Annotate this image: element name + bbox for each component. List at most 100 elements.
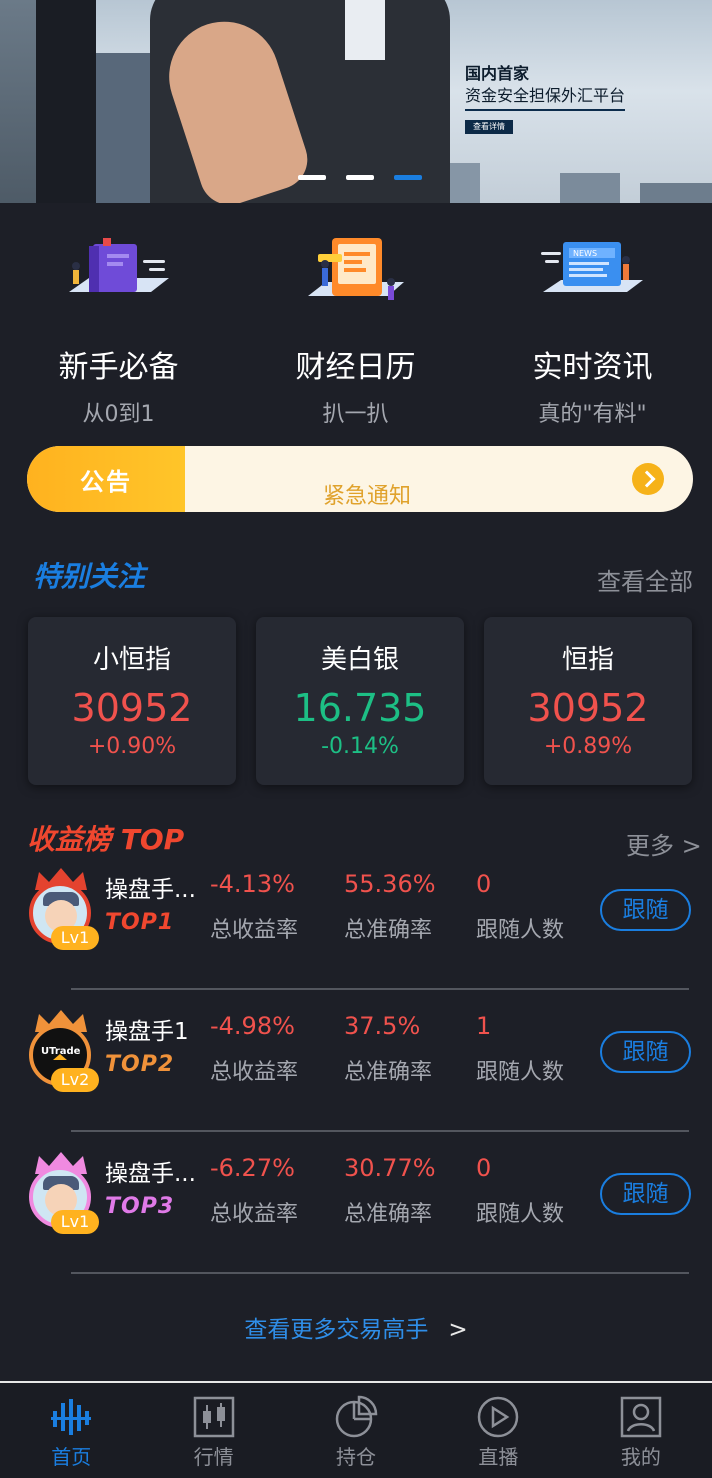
quick-entry-beginner[interactable]: 新手必备 从0到1 bbox=[0, 230, 237, 430]
focus-section-title: 特别关注 bbox=[33, 560, 146, 593]
building-image bbox=[96, 53, 156, 203]
rank-row[interactable]: Lv1 操盘手... TOP3 -6.27% 总收益率 30.77% 总准确率 … bbox=[0, 1132, 712, 1274]
level-badge: Lv1 bbox=[51, 926, 99, 950]
quote-change: +0.89% bbox=[543, 734, 633, 759]
notice-message[interactable]: 紧急通知 bbox=[185, 448, 632, 510]
quick-entry-title: 实时资讯 bbox=[532, 350, 653, 385]
avatar: Lv1 bbox=[27, 1152, 99, 1236]
rank-row[interactable]: UTrade Lv2 操盘手1 TOP2 -4.98% 总收益率 37.5% 总… bbox=[0, 990, 712, 1132]
carousel-dot-active[interactable] bbox=[394, 175, 422, 180]
candlestick-icon bbox=[192, 1395, 236, 1439]
accuracy-label: 总准确率 bbox=[344, 1060, 433, 1085]
quote-price: 16.735 bbox=[293, 686, 427, 730]
quote-name: 恒指 bbox=[561, 645, 614, 675]
banner-subtitle: 资金安全担保外汇平台 bbox=[465, 82, 626, 111]
quick-entry-news[interactable]: NEWS 实时资讯 真的"有料" bbox=[474, 230, 711, 430]
carousel-dot[interactable] bbox=[298, 175, 326, 180]
play-icon bbox=[476, 1395, 520, 1439]
avatar: UTrade Lv2 bbox=[27, 1010, 99, 1094]
tab-positions[interactable]: 持仓 bbox=[285, 1383, 427, 1478]
return-label: 总收益率 bbox=[210, 1202, 299, 1227]
quote-price: 30952 bbox=[527, 686, 649, 730]
pie-chart-icon bbox=[334, 1395, 378, 1439]
follow-button[interactable]: 跟随 bbox=[600, 1031, 691, 1073]
followers-value: 0 bbox=[476, 1154, 492, 1182]
banner-strip bbox=[36, 0, 96, 203]
banner-title: 国内首家 bbox=[465, 64, 530, 83]
quote-change: -0.14% bbox=[321, 734, 399, 759]
followers-label: 跟随人数 bbox=[476, 1202, 565, 1227]
more-traders-label: 查看更多交易高手 bbox=[244, 1317, 429, 1343]
return-value: -4.98% bbox=[210, 1012, 295, 1040]
profile-icon bbox=[619, 1395, 663, 1439]
quote-name: 小恒指 bbox=[92, 645, 171, 675]
bottom-tab-bar: 首页 行情 持仓 直播 我的 bbox=[0, 1381, 712, 1478]
rank-row[interactable]: Lv1 操盘手... TOP1 -4.13% 总收益率 55.36% 总准确率 … bbox=[0, 848, 712, 990]
followers-label: 跟随人数 bbox=[476, 918, 565, 943]
quick-entry-subtitle: 扒一扒 bbox=[322, 402, 389, 427]
quick-entry-title: 新手必备 bbox=[58, 350, 179, 385]
news-icon: NEWS bbox=[533, 230, 653, 320]
banner-edge bbox=[0, 0, 36, 203]
calendar-icon bbox=[296, 230, 416, 320]
top-rank-label: TOP3 bbox=[105, 1194, 175, 1219]
quote-card[interactable]: 小恒指 30952 +0.90% bbox=[28, 617, 236, 785]
top-rank-label: TOP1 bbox=[105, 910, 175, 935]
quote-price: 30952 bbox=[71, 686, 193, 730]
quick-entry-subtitle: 从0到1 bbox=[82, 402, 155, 427]
carousel-dot[interactable] bbox=[346, 175, 374, 180]
banner-detail-button[interactable]: 查看详情 bbox=[465, 120, 513, 134]
quote-card[interactable]: 美白银 16.735 -0.14% bbox=[256, 617, 464, 785]
follow-button[interactable]: 跟随 bbox=[600, 889, 691, 931]
tab-label: 直播 bbox=[478, 1445, 519, 1469]
more-traders-link[interactable]: 查看更多交易高手 > bbox=[0, 1310, 712, 1344]
return-label: 总收益率 bbox=[210, 1060, 299, 1085]
quick-entry-title: 财经日历 bbox=[295, 350, 416, 385]
tab-label: 持仓 bbox=[336, 1445, 377, 1469]
followers-label: 跟随人数 bbox=[476, 1060, 565, 1085]
tab-label: 首页 bbox=[51, 1445, 92, 1469]
building-image bbox=[640, 183, 712, 203]
tab-profile[interactable]: 我的 bbox=[570, 1383, 712, 1478]
svg-text:NEWS: NEWS bbox=[573, 249, 597, 258]
avatar: Lv1 bbox=[27, 868, 99, 952]
tab-market[interactable]: 行情 bbox=[142, 1383, 284, 1478]
return-value: -6.27% bbox=[210, 1154, 295, 1182]
trader-name: 操盘手1 bbox=[105, 1019, 189, 1045]
quick-entries: 新手必备 从0到1 财经日历 扒一扒 NEWS 实时资讯 真的"有料" bbox=[0, 230, 712, 430]
quick-entry-subtitle: 真的"有料" bbox=[538, 402, 647, 427]
focus-cards: 小恒指 30952 +0.90% 美白银 16.735 -0.14% 恒指 30… bbox=[28, 617, 692, 785]
notice-tag: 公告 bbox=[27, 446, 185, 512]
building-image bbox=[560, 173, 620, 203]
chevron-right-icon: > bbox=[448, 1317, 468, 1343]
trader-name: 操盘手... bbox=[105, 877, 196, 903]
shirt-image bbox=[345, 0, 385, 60]
trader-name: 操盘手... bbox=[105, 1161, 196, 1187]
divider bbox=[71, 1272, 689, 1274]
home-chart-icon bbox=[49, 1395, 93, 1439]
follow-button[interactable]: 跟随 bbox=[600, 1173, 691, 1215]
level-badge: Lv1 bbox=[51, 1210, 99, 1234]
quote-change: +0.90% bbox=[87, 734, 177, 759]
quote-card[interactable]: 恒指 30952 +0.89% bbox=[484, 617, 692, 785]
accuracy-value: 55.36% bbox=[344, 870, 436, 898]
notice-bar[interactable]: 公告 紧急通知 bbox=[27, 446, 693, 512]
top-rank-label: TOP2 bbox=[105, 1052, 175, 1077]
followers-value: 1 bbox=[476, 1012, 492, 1040]
promo-banner[interactable]: 国内首家 资金安全担保外汇平台 查看详情 bbox=[0, 0, 712, 203]
accuracy-value: 30.77% bbox=[344, 1154, 436, 1182]
book-icon bbox=[59, 230, 179, 320]
return-label: 总收益率 bbox=[210, 918, 299, 943]
accuracy-label: 总准确率 bbox=[344, 918, 433, 943]
quick-entry-calendar[interactable]: 财经日历 扒一扒 bbox=[237, 230, 474, 430]
quote-name: 美白银 bbox=[320, 645, 399, 675]
followers-value: 0 bbox=[476, 870, 492, 898]
chevron-right-icon[interactable] bbox=[632, 463, 664, 495]
level-badge: Lv2 bbox=[51, 1068, 99, 1092]
tab-label: 行情 bbox=[193, 1445, 234, 1469]
tab-live[interactable]: 直播 bbox=[427, 1383, 569, 1478]
view-all-link[interactable]: 查看全部 bbox=[597, 562, 693, 597]
return-value: -4.13% bbox=[210, 870, 295, 898]
carousel-indicator bbox=[298, 175, 422, 180]
tab-home[interactable]: 首页 bbox=[0, 1383, 142, 1478]
